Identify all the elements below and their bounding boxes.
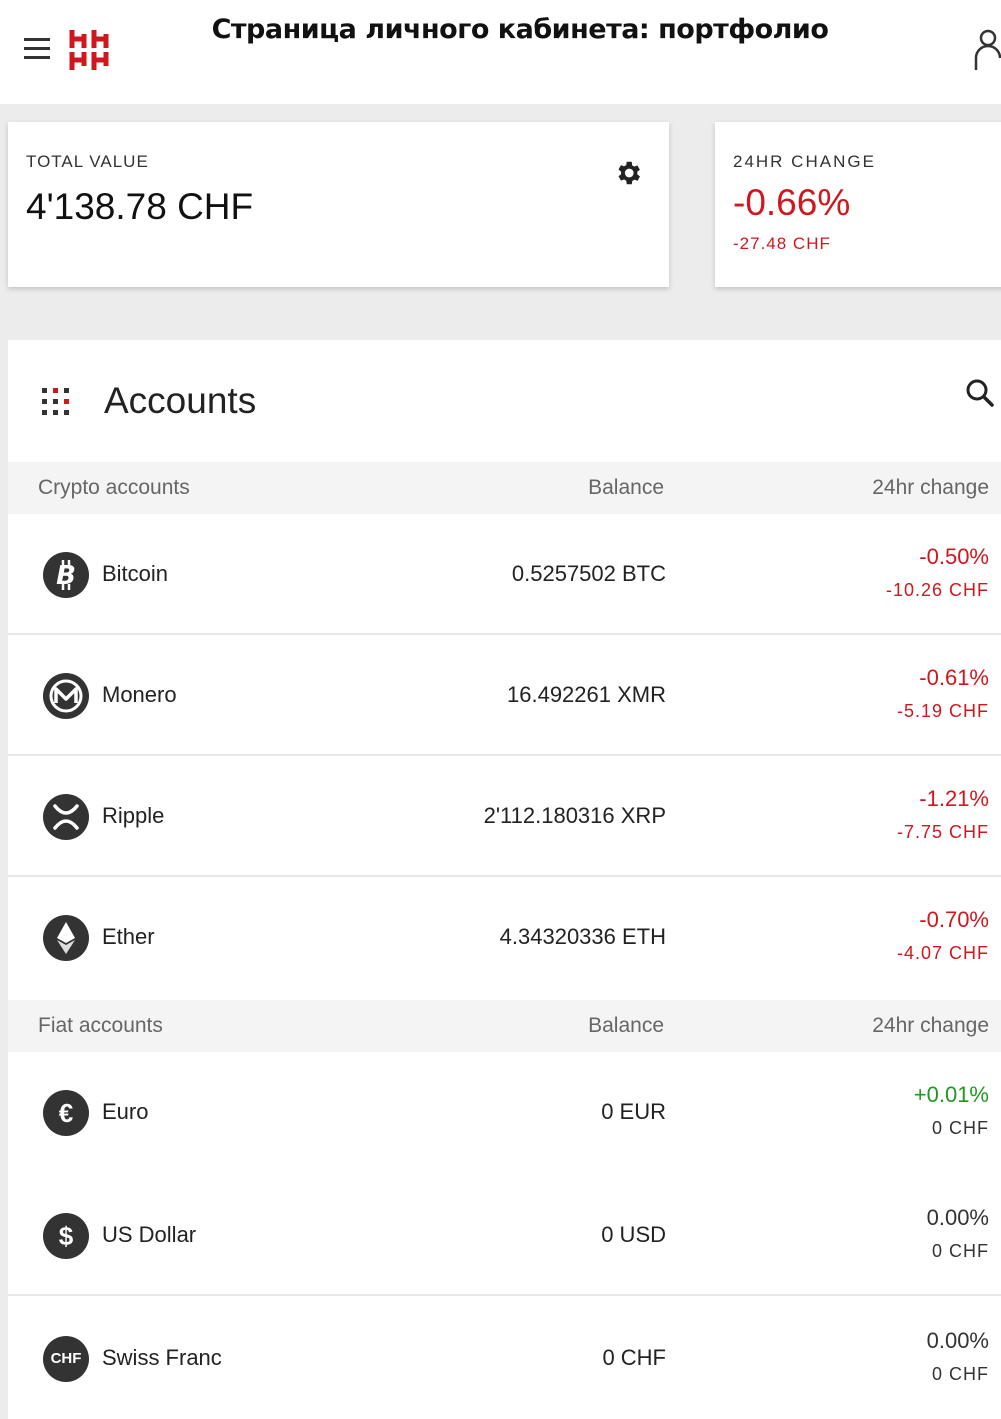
account-name: Swiss Franc xyxy=(102,1345,222,1370)
account-name: Ether xyxy=(102,924,155,949)
account-balance: 0 CHF xyxy=(602,1345,666,1370)
account-row-ether[interactable]: Ether 4.34320336 ETH -0.70% -4.07 CHF xyxy=(8,877,1001,998)
account-change-percent: 0.00% xyxy=(926,1205,989,1230)
account-change-percent: -0.70% xyxy=(919,907,989,932)
dollar-icon: $ xyxy=(43,1213,89,1259)
account-name: US Dollar xyxy=(102,1222,197,1247)
account-change-percent: -0.50% xyxy=(919,544,989,569)
brand-logo[interactable] xyxy=(68,26,110,74)
top-bar: Страница личного кабинета: портфолио xyxy=(0,0,1001,104)
change-label: 24HR CHANGE xyxy=(733,152,876,171)
account-change-chf: -4.07 CHF xyxy=(896,943,989,963)
account-balance: 16.492261 XMR xyxy=(507,682,666,707)
crypto-accounts-label: Crypto accounts xyxy=(38,476,190,499)
svg-text:B: B xyxy=(56,561,76,591)
euro-icon: € xyxy=(43,1090,89,1136)
account-change-percent: -1.21% xyxy=(919,786,989,811)
gear-icon[interactable] xyxy=(613,158,643,188)
change-percent: -0.66% xyxy=(733,182,851,223)
chf-icon: CHF xyxy=(43,1336,89,1382)
user-icon[interactable] xyxy=(972,28,1001,72)
balance-column-header: Balance xyxy=(588,1014,664,1037)
ripple-icon xyxy=(43,794,89,840)
account-balance: 0.5257502 BTC xyxy=(511,561,666,586)
account-balance: 4.34320336 ETH xyxy=(499,924,666,949)
total-value-card: TOTAL VALUE 4'138.78 CHF xyxy=(8,122,669,287)
account-name: Ripple xyxy=(102,803,165,828)
account-change-chf: 0 CHF xyxy=(931,1364,989,1384)
accounts-panel: Accounts Crypto accounts Balance 24hr ch… xyxy=(8,340,1001,1419)
change-card: 24HR CHANGE -0.66% -27.48 CHF xyxy=(715,122,1001,287)
accounts-title: Accounts xyxy=(104,380,257,421)
fiat-accounts-label: Fiat accounts xyxy=(38,1014,163,1037)
page-title: Страница личного кабинета: портфолио xyxy=(211,14,829,45)
account-row-us-dollar[interactable]: $ US Dollar 0 USD 0.00% 0 CHF xyxy=(8,1175,1001,1296)
change-column-header[interactable]: 24hr change xyxy=(872,1014,989,1038)
account-balance: 0 EUR xyxy=(601,1099,666,1124)
balance-column-header: Balance xyxy=(588,476,664,499)
monero-icon xyxy=(43,673,89,719)
apps-grid-icon[interactable] xyxy=(40,386,72,418)
account-change-chf: -10.26 CHF xyxy=(885,580,989,600)
ether-icon xyxy=(43,915,89,961)
account-change-percent: 0.00% xyxy=(926,1328,989,1353)
account-row-swiss-franc[interactable]: CHF Swiss Franc 0 CHF 0.00% 0 CHF xyxy=(8,1298,1001,1419)
total-value-label: TOTAL VALUE xyxy=(26,152,149,171)
accounts-header: Accounts xyxy=(8,340,1001,462)
account-change-percent: +0.01% xyxy=(913,1082,989,1107)
hamburger-icon[interactable] xyxy=(24,38,50,60)
account-change-chf: -7.75 CHF xyxy=(896,822,989,842)
total-value-amount: 4'138.78 CHF xyxy=(26,186,254,227)
account-row-monero[interactable]: Monero 16.492261 XMR -0.61% -5.19 CHF xyxy=(8,635,1001,756)
account-name: Bitcoin xyxy=(102,561,169,586)
change-chf: -27.48 CHF xyxy=(733,234,831,253)
bitcoin-icon: B xyxy=(43,552,89,598)
account-change-percent: -0.61% xyxy=(919,665,989,690)
account-row-ripple[interactable]: Ripple 2'112.180316 XRP -1.21% -7.75 CHF xyxy=(8,756,1001,877)
account-name: Euro xyxy=(102,1099,149,1124)
account-row-euro[interactable]: € Euro 0 EUR +0.01% 0 CHF xyxy=(8,1052,1001,1173)
account-change-chf: 0 CHF xyxy=(931,1241,989,1261)
search-icon[interactable] xyxy=(965,378,995,408)
account-change-chf: -5.19 CHF xyxy=(896,701,989,721)
crypto-section-header: Crypto accounts Balance 24hr change xyxy=(8,462,1001,514)
change-column-header[interactable]: 24hr change xyxy=(872,476,989,500)
account-row-bitcoin[interactable]: B Bitcoin 0.5257502 BTC -0.50% -10.26 CH… xyxy=(8,514,1001,635)
account-balance: 0 USD xyxy=(601,1222,666,1247)
account-name: Monero xyxy=(102,682,177,707)
account-change-chf: 0 CHF xyxy=(931,1118,989,1138)
account-balance: 2'112.180316 XRP xyxy=(483,803,666,828)
fiat-section-header: Fiat accounts Balance 24hr change xyxy=(8,1000,1001,1052)
